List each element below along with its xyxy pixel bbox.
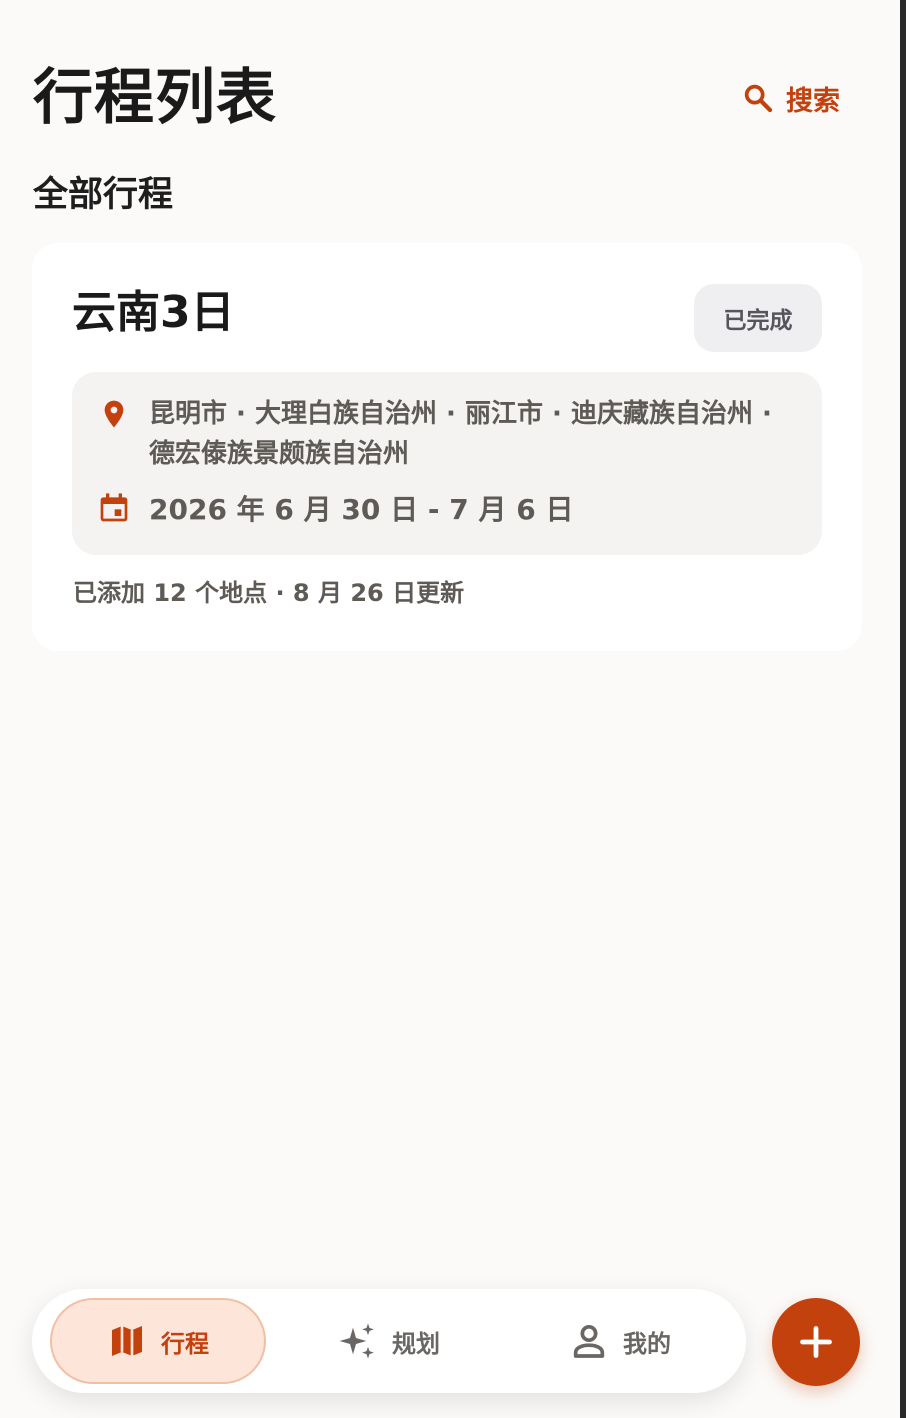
trip-card[interactable]: 云南3日 已完成 昆明市 · 大理白族自治州 · 丽江市 · 迪庆藏族自治州 ·… [32, 243, 862, 651]
section-title: 全部行程 [33, 175, 174, 215]
add-trip-button[interactable] [772, 1298, 860, 1386]
trip-locations-line2: 德宏傣族景颇族自治州 [149, 439, 410, 469]
nav-item-plan[interactable]: 规划 [281, 1298, 497, 1384]
trip-name: 云南3日 [72, 287, 235, 338]
trip-locations: 昆明市 · 大理白族自治州 · 丽江市 · 迪庆藏族自治州 · 德宏傣族景颇族自… [149, 394, 809, 474]
search-icon [744, 84, 773, 113]
search-label: 搜索 [786, 85, 840, 117]
sparkle-icon [339, 1323, 374, 1359]
calendar-icon [100, 493, 128, 522]
nav-label-profile: 我的 [623, 1329, 671, 1358]
nav-label-trips: 行程 [161, 1329, 209, 1358]
plus-icon [800, 1326, 832, 1358]
bottom-nav: 行程 规划 我的 [32, 1289, 746, 1393]
nav-item-trips[interactable]: 行程 [50, 1298, 266, 1384]
trip-locations-line1: 昆明市 · 大理白族自治州 · 丽江市 · 迪庆藏族自治州 · [149, 399, 772, 429]
window-edge [900, 0, 906, 1418]
trip-dates: 2026 年 6 月 30 日 - 7 月 6 日 [149, 493, 574, 526]
location-pin-icon [104, 400, 124, 428]
nav-label-plan: 规划 [392, 1329, 440, 1358]
nav-item-profile[interactable]: 我的 [512, 1298, 728, 1384]
page-title: 行程列表 [33, 63, 277, 133]
search-button[interactable]: 搜索 [742, 76, 840, 120]
map-icon [112, 1326, 142, 1356]
status-badge: 已完成 [694, 284, 822, 352]
trip-info-box: 昆明市 · 大理白族自治州 · 丽江市 · 迪庆藏族自治州 · 德宏傣族景颇族自… [72, 372, 822, 555]
trip-meta: 已添加 12 个地点 · 8 月 26 日更新 [73, 579, 465, 607]
person-icon [573, 1325, 605, 1358]
